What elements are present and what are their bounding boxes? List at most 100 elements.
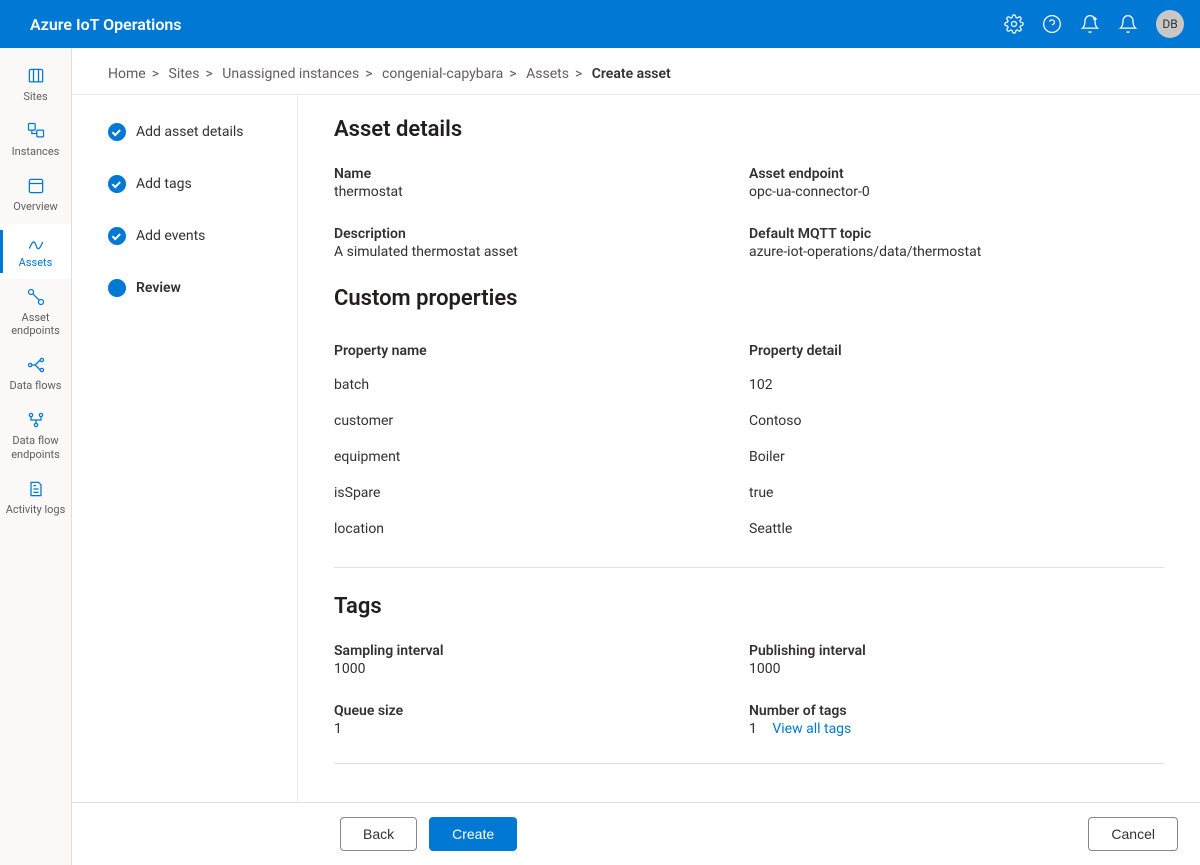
- field-value: 1 View all tags: [749, 721, 1164, 737]
- instances-icon: [26, 121, 46, 141]
- help-icon[interactable]: [1042, 14, 1062, 34]
- current-step-icon: [108, 279, 126, 297]
- activity-logs-icon: [26, 479, 46, 499]
- steps-sidebar: Add asset details Add tags Add events Re…: [72, 95, 298, 802]
- back-button[interactable]: Back: [340, 817, 417, 851]
- topbar-actions: DB: [1004, 10, 1184, 38]
- cell: customer: [334, 413, 749, 429]
- divider: [334, 567, 1164, 568]
- step-label: Add events: [136, 228, 205, 244]
- breadcrumb-link[interactable]: Sites: [169, 66, 200, 82]
- field-label: Description: [334, 226, 749, 242]
- breadcrumb-link[interactable]: Home: [108, 66, 146, 82]
- sidenav-label: Data flow endpoints: [2, 434, 69, 460]
- sidenav-label: Asset endpoints: [2, 311, 69, 337]
- table-header: Property name Property detail: [334, 335, 1164, 367]
- check-icon: [108, 123, 126, 141]
- footer-bar: Back Create Cancel: [72, 802, 1200, 865]
- check-icon: [108, 175, 126, 193]
- custom-properties-table: Property name Property detail batch 102 …: [334, 335, 1164, 547]
- avatar[interactable]: DB: [1156, 10, 1184, 38]
- field-value: 1000: [749, 661, 1164, 677]
- step-label: Add tags: [136, 176, 192, 192]
- sidenav-label: Overview: [13, 200, 58, 213]
- field-value: 1000: [334, 661, 749, 677]
- sidenav-item-dataflow-endpoints[interactable]: Data flow endpoints: [0, 402, 71, 470]
- bell-icon[interactable]: [1118, 14, 1138, 34]
- review-content: Asset details Name thermostat Asset endp…: [298, 95, 1200, 802]
- field-label: Name: [334, 166, 749, 182]
- sidenav-item-sites[interactable]: Sites: [0, 58, 71, 113]
- sidenav-label: Sites: [23, 90, 47, 103]
- cell: Boiler: [749, 449, 1164, 465]
- sidenav-label: Assets: [19, 256, 53, 269]
- field-label: Number of tags: [749, 703, 1164, 719]
- table-row: isSpare true: [334, 475, 1164, 511]
- sidenav-item-dataflows[interactable]: Data flows: [0, 347, 71, 402]
- field-value: thermostat: [334, 184, 749, 200]
- cell: isSpare: [334, 485, 749, 501]
- settings-icon[interactable]: [1004, 14, 1024, 34]
- sidenav-item-asset-endpoints[interactable]: Asset endpoints: [0, 279, 71, 347]
- step-add-events[interactable]: Add events: [108, 227, 279, 245]
- side-nav: Sites Instances Overview Assets Asset en…: [0, 48, 72, 865]
- brand-title: Azure IoT Operations: [16, 15, 182, 34]
- breadcrumb: Home> Sites> Unassigned instances> conge…: [72, 48, 1200, 94]
- field-value: azure-iot-operations/data/thermostat: [749, 244, 1164, 260]
- dataflows-icon: [26, 355, 46, 375]
- numtags-value: 1: [749, 721, 757, 737]
- cell: batch: [334, 377, 749, 393]
- section-title-custom-properties: Custom properties: [334, 286, 1164, 311]
- sidenav-item-overview[interactable]: Overview: [0, 168, 71, 223]
- step-add-asset-details[interactable]: Add asset details: [108, 123, 279, 141]
- cell: Seattle: [749, 521, 1164, 537]
- field-value: 1: [334, 721, 749, 737]
- field-label: Asset endpoint: [749, 166, 1164, 182]
- step-review[interactable]: Review: [108, 279, 279, 297]
- sidenav-label: Activity logs: [6, 503, 66, 516]
- cancel-button[interactable]: Cancel: [1088, 817, 1178, 851]
- check-icon: [108, 227, 126, 245]
- sidenav-label: Instances: [12, 145, 60, 158]
- sparkle-bell-icon[interactable]: [1080, 14, 1100, 34]
- sidenav-item-activity-logs[interactable]: Activity logs: [0, 471, 71, 526]
- top-bar: Azure IoT Operations DB: [0, 0, 1200, 48]
- dataflow-endpoints-icon: [26, 410, 46, 430]
- create-button[interactable]: Create: [429, 817, 517, 851]
- col-header: Property detail: [749, 343, 1164, 359]
- col-header: Property name: [334, 343, 749, 359]
- breadcrumb-link[interactable]: Assets: [526, 66, 569, 82]
- view-all-tags-link[interactable]: View all tags: [772, 721, 851, 737]
- field-label: Publishing interval: [749, 643, 1164, 659]
- asset-endpoints-icon: [26, 287, 46, 307]
- field-label: Default MQTT topic: [749, 226, 1164, 242]
- step-add-tags[interactable]: Add tags: [108, 175, 279, 193]
- sites-icon: [26, 66, 46, 86]
- cell: location: [334, 521, 749, 537]
- sidenav-item-assets[interactable]: Assets: [0, 224, 71, 279]
- overview-icon: [26, 176, 46, 196]
- assets-icon: [26, 232, 46, 252]
- table-row: equipment Boiler: [334, 439, 1164, 475]
- section-title-asset-details: Asset details: [334, 117, 1164, 142]
- table-row: customer Contoso: [334, 403, 1164, 439]
- cell: true: [749, 485, 1164, 501]
- field-label: Queue size: [334, 703, 749, 719]
- field-value: opc-ua-connector-0: [749, 184, 1164, 200]
- cell: equipment: [334, 449, 749, 465]
- sidenav-item-instances[interactable]: Instances: [0, 113, 71, 168]
- section-title-tags: Tags: [334, 594, 1164, 619]
- field-value: A simulated thermostat asset: [334, 244, 749, 260]
- divider: [334, 763, 1164, 764]
- table-row: batch 102: [334, 367, 1164, 403]
- breadcrumb-current: Create asset: [592, 66, 671, 82]
- cell: 102: [749, 377, 1164, 393]
- table-row: location Seattle: [334, 511, 1164, 547]
- sidenav-label: Data flows: [10, 379, 62, 392]
- cell: Contoso: [749, 413, 1164, 429]
- field-label: Sampling interval: [334, 643, 749, 659]
- breadcrumb-link[interactable]: congenial-capybara: [382, 66, 503, 82]
- step-label: Add asset details: [136, 124, 244, 140]
- breadcrumb-link[interactable]: Unassigned instances: [222, 66, 359, 82]
- step-label: Review: [136, 280, 181, 296]
